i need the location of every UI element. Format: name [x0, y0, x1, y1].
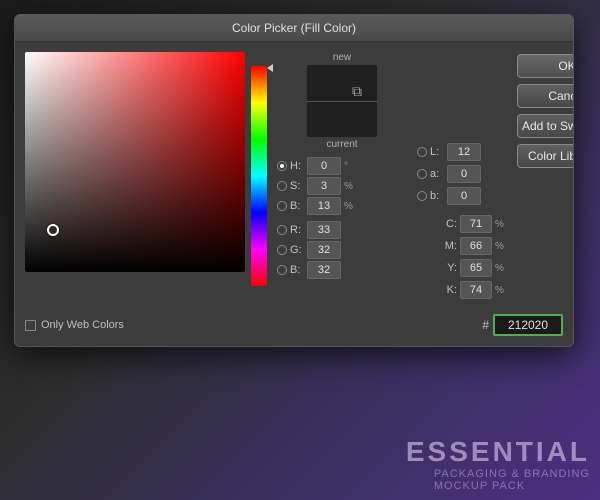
hex-area: #: [482, 314, 563, 336]
field-row-b2: B:: [277, 260, 407, 280]
only-web-colors-label: Only Web Colors: [41, 319, 124, 331]
input-m[interactable]: [460, 237, 492, 255]
input-a[interactable]: [447, 165, 481, 183]
label-h: H:: [290, 160, 304, 172]
add-to-swatches-button[interactable]: Add to Swatches: [517, 114, 574, 138]
input-l[interactable]: [447, 143, 481, 161]
ok-button[interactable]: OK: [517, 54, 574, 78]
radio-g[interactable]: [277, 245, 287, 255]
input-s[interactable]: [307, 177, 341, 195]
hex-hash: #: [482, 318, 489, 332]
hue-bar[interactable]: [251, 66, 267, 286]
radio-b[interactable]: [277, 201, 287, 211]
cmyk-unit-m: %: [495, 241, 507, 252]
field-row-r: R:: [277, 220, 407, 240]
cmyk-label-c: C:: [443, 218, 457, 230]
unit-b: %: [344, 201, 356, 212]
input-g[interactable]: [307, 241, 341, 259]
only-web-colors-row: Only Web Colors: [25, 319, 124, 331]
field-row-g: G:: [277, 240, 407, 260]
cmyk-row-c: C: %: [417, 214, 507, 234]
radio-h[interactable]: [277, 161, 287, 171]
label-s: S:: [290, 180, 304, 192]
dialog-title: Color Picker (Fill Color): [15, 15, 573, 42]
field-row-a: a:: [417, 164, 507, 184]
preview-current-color[interactable]: [307, 101, 377, 137]
radio-s[interactable]: [277, 181, 287, 191]
input-k[interactable]: [460, 281, 492, 299]
cancel-button[interactable]: Cancel: [517, 84, 574, 108]
radio-b2[interactable]: [277, 265, 287, 275]
label-b2: B:: [290, 264, 304, 276]
radio-l[interactable]: [417, 147, 427, 157]
input-blab[interactable]: [447, 187, 481, 205]
bg-text-essential: ESSENTIAL: [406, 434, 590, 470]
gradient-square[interactable]: [25, 52, 245, 272]
field-row-b: B: %: [277, 196, 407, 216]
input-h[interactable]: [307, 157, 341, 175]
cmyk-unit-k: %: [495, 285, 507, 296]
radio-r[interactable]: [277, 225, 287, 235]
cmyk-unit-y: %: [495, 263, 507, 274]
label-b: B:: [290, 200, 304, 212]
cmyk-label-m: M:: [443, 240, 457, 252]
only-web-colors-checkbox[interactable]: [25, 320, 36, 331]
field-row-s: S: %: [277, 176, 407, 196]
radio-a[interactable]: [417, 169, 427, 179]
input-r[interactable]: [307, 221, 341, 239]
input-b2[interactable]: [307, 261, 341, 279]
hex-input[interactable]: [493, 314, 563, 336]
label-blab: b:: [430, 190, 444, 202]
color-picker-dialog: Color Picker (Fill Color) new: [14, 14, 574, 347]
input-y[interactable]: [460, 259, 492, 277]
bg-text-packaging: PACKAGING & BRANDINGMOCKUP PACK: [434, 468, 590, 492]
label-a: a:: [430, 168, 444, 180]
field-row-blab: b:: [417, 186, 507, 206]
field-row-l: L:: [417, 142, 507, 162]
cmyk-label-y: Y:: [443, 262, 457, 274]
cmyk-row-m: M: %: [417, 236, 507, 256]
label-g: G:: [290, 244, 304, 256]
hue-arrow: [267, 64, 273, 72]
preview-new-label: new: [333, 52, 351, 63]
label-l: L:: [430, 146, 444, 158]
left-fields: H: ° S: % B: %: [277, 156, 407, 300]
cmyk-label-k: K:: [443, 284, 457, 296]
color-picker-area: [25, 52, 267, 300]
unit-s: %: [344, 181, 356, 192]
cmyk-row-k: K: %: [417, 280, 507, 300]
preview-new-color[interactable]: [307, 65, 377, 101]
action-buttons: OK Cancel Add to Swatches Color Librarie…: [517, 52, 574, 300]
radio-blab[interactable]: [417, 191, 427, 201]
label-r: R:: [290, 224, 304, 236]
unit-h: °: [344, 161, 356, 172]
input-c[interactable]: [460, 215, 492, 233]
color-libraries-button[interactable]: Color Libraries: [517, 144, 574, 168]
field-row-h: H: °: [277, 156, 407, 176]
color-preview-container: new ⧉ current: [277, 52, 407, 150]
gradient-dark: [25, 52, 245, 272]
cmyk-unit-c: %: [495, 219, 507, 230]
preview-current-label: current: [326, 139, 357, 150]
cube-icon: ⧉: [352, 83, 362, 100]
input-b[interactable]: [307, 197, 341, 215]
cmyk-row-y: Y: %: [417, 258, 507, 278]
